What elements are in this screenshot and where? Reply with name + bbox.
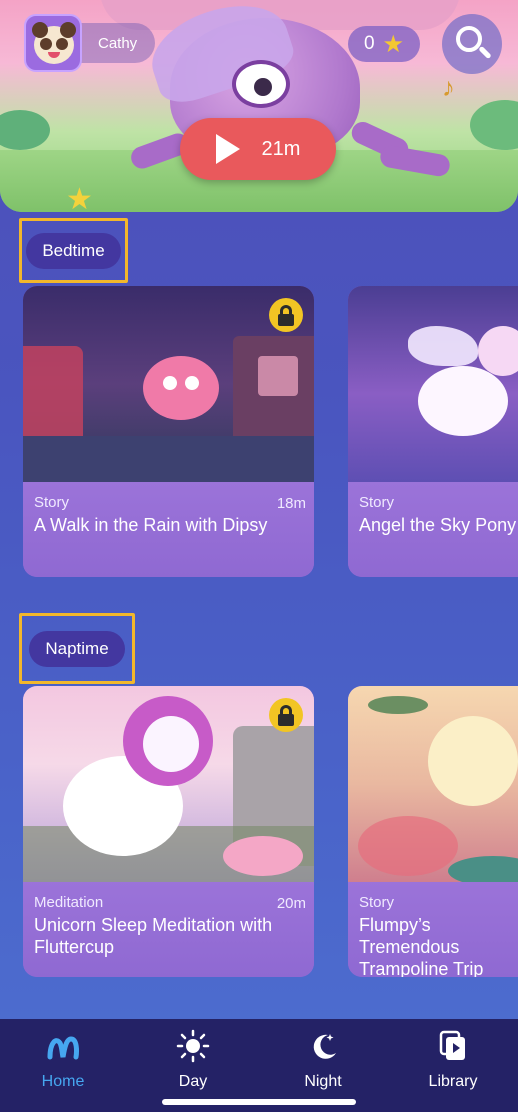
lock-icon [269, 698, 303, 732]
play-button[interactable]: 21m [180, 118, 336, 180]
lock-icon [269, 298, 303, 332]
search-button[interactable] [442, 14, 502, 74]
octopus-eye [232, 60, 290, 108]
card-info: Story 18m A Walk in the Rain with Dipsy [23, 482, 314, 577]
play-duration: 21m [261, 137, 301, 160]
moon-stars-icon [313, 1034, 336, 1059]
bush-decoration [0, 110, 50, 150]
content-card[interactable]: Story Angel the Sky Pony [348, 286, 518, 577]
card-info: Story Angel the Sky Pony [348, 482, 518, 577]
profile-name: Cathy [78, 23, 156, 63]
nav-label: Night [304, 1073, 342, 1090]
card-category: Story [359, 894, 395, 911]
sun-icon [176, 1029, 210, 1063]
avatar [24, 14, 82, 72]
moshi-logo-icon [47, 1036, 79, 1060]
nav-label: Home [41, 1073, 85, 1090]
card-title: Angel the Sky Pony [359, 515, 517, 535]
stars-counter[interactable]: 0 ★ [348, 26, 420, 62]
card-info: Story Flumpy’s Tremendous Trampoline Tri… [348, 882, 518, 977]
nav-item-home[interactable]: Home [8, 1029, 118, 1091]
stars-count: 0 [363, 33, 375, 54]
music-note-icon: ♪ [442, 72, 455, 102]
card-title: Unicorn Sleep Meditation with Fluttercup [34, 915, 273, 957]
card-category: Story [34, 494, 70, 511]
hero-banner[interactable]: ★ ♪ Cathy 0 ★ 21m [0, 0, 518, 212]
nav-item-library[interactable]: Library [398, 1029, 508, 1091]
content-card[interactable]: Story Flumpy’s Tremendous Trampoline Tri… [348, 686, 518, 977]
card-title: A Walk in the Rain with Dipsy [34, 515, 268, 535]
section-title: Naptime [29, 630, 125, 667]
play-icon [215, 134, 240, 164]
star-icon: ★ [382, 30, 405, 58]
nav-item-night[interactable]: Night [268, 1029, 378, 1091]
content-card[interactable]: Meditation 20m Unicorn Sleep Meditation … [23, 686, 314, 977]
section-title: Bedtime [26, 232, 121, 269]
library-icon [439, 1030, 465, 1060]
card-category: Meditation [34, 894, 104, 911]
card-title: Flumpy’s Tremendous Trampoline Trip [359, 915, 484, 977]
card-duration: 18m [276, 495, 306, 512]
home-indicator [162, 1099, 356, 1105]
bush-decoration [470, 100, 518, 150]
card-category: Story [359, 494, 395, 511]
card-artwork [348, 686, 518, 882]
section-header-naptime: Naptime [19, 613, 135, 684]
star-decoration-icon: ★ [66, 183, 93, 212]
profile-button[interactable]: Cathy [24, 14, 158, 72]
card-artwork [348, 286, 518, 482]
nav-label: Day [178, 1073, 208, 1090]
nav-label: Library [428, 1073, 478, 1090]
section-header-bedtime: Bedtime [19, 218, 128, 283]
card-duration: 20m [276, 895, 306, 912]
card-info: Meditation 20m Unicorn Sleep Meditation … [23, 882, 314, 977]
content-card[interactable]: Story 18m A Walk in the Rain with Dipsy [23, 286, 314, 577]
nav-item-day[interactable]: Day [138, 1029, 248, 1091]
